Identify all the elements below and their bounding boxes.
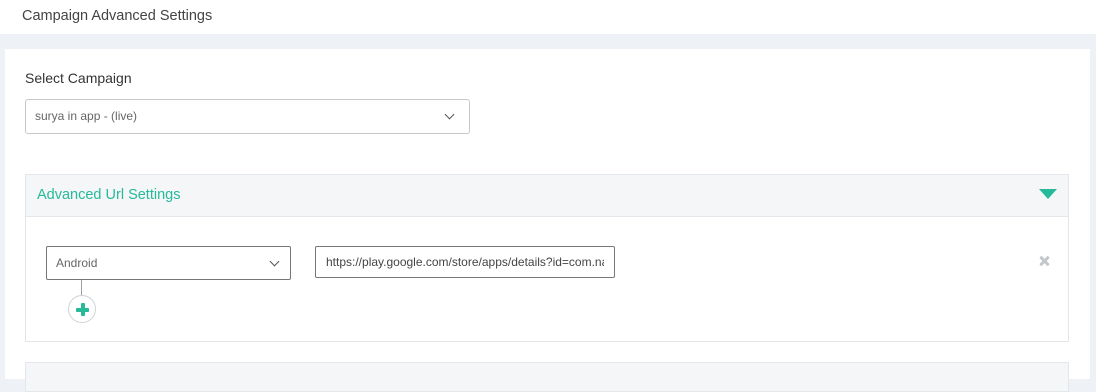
page-header: Campaign Advanced Settings [0, 0, 1096, 34]
campaign-select[interactable]: surya in app - (live) [25, 99, 470, 134]
select-campaign-label: Select Campaign [25, 70, 132, 86]
close-icon[interactable] [1038, 255, 1050, 267]
advanced-url-title: Advanced Url Settings [37, 187, 181, 203]
page-title: Campaign Advanced Settings [22, 8, 213, 24]
url-input[interactable] [315, 246, 615, 278]
add-url-row-button[interactable] [68, 295, 96, 323]
platform-select-value: Android [56, 256, 98, 270]
triangle-down-icon[interactable] [1039, 189, 1057, 199]
plus-icon [76, 303, 89, 316]
advanced-url-panel-header[interactable]: Advanced Url Settings [26, 175, 1068, 217]
settings-card: Select Campaign surya in app - (live) Ad… [5, 49, 1090, 392]
chevron-down-icon [269, 256, 280, 267]
advanced-url-panel: Advanced Url Settings Android [25, 174, 1069, 342]
next-settings-panel[interactable] [25, 362, 1069, 392]
platform-select[interactable]: Android [46, 246, 291, 280]
campaign-select-value: surya in app - (live) [35, 109, 138, 123]
chevron-down-icon [444, 109, 455, 120]
